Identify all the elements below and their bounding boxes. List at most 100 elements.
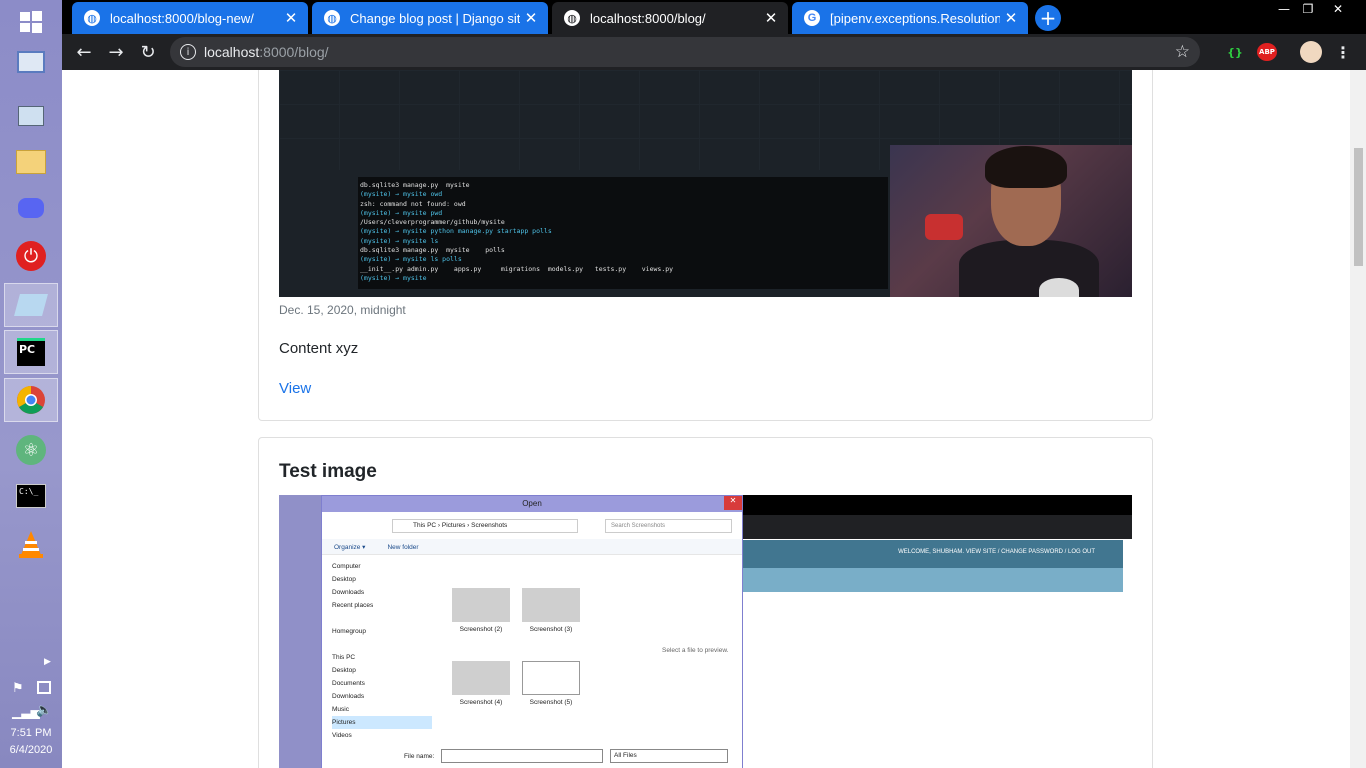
post-date: Dec. 15, 2020, midnight	[279, 303, 406, 317]
tree-item: Computer	[332, 563, 361, 570]
tab-strip: ◍ localhost:8000/blog-new/ ✕ ◍ Change bl…	[62, 0, 1366, 34]
url-path: :8000/blog/	[259, 44, 329, 60]
thumbnail	[452, 588, 510, 622]
taskbar-computer-app[interactable]	[4, 40, 58, 84]
dialog-path: This PC › Pictures › Screenshots	[392, 519, 578, 533]
tree-item: Desktop	[332, 576, 356, 583]
notepad-icon	[14, 294, 48, 316]
presenter-hair-shape	[985, 146, 1067, 188]
discord-icon	[18, 198, 44, 218]
page-viewport: db.sqlite3 manage.py mysite (mysite) → my…	[62, 70, 1350, 768]
clock-time[interactable]: 7:51 PM	[0, 727, 62, 739]
tree-item: Videos	[332, 732, 352, 739]
reload-button[interactable]: ↻	[135, 39, 161, 65]
youtube-play-button-shape	[925, 214, 963, 240]
flag-icon[interactable]: ⚑	[12, 681, 24, 696]
bookmark-star-icon[interactable]: ☆	[1175, 42, 1190, 62]
tab-change-blog-post[interactable]: ◍ Change blog post | Django site a ✕	[312, 2, 548, 34]
close-icon[interactable]: ✕	[1000, 9, 1022, 27]
globe-icon: ◍	[324, 10, 340, 26]
close-icon[interactable]: ✕	[520, 9, 542, 27]
screenshot-tabstrip	[743, 495, 1132, 515]
organize-label: Organize ▾	[334, 544, 366, 551]
tree-item: Desktop	[332, 667, 356, 674]
thumbnail	[522, 588, 580, 622]
close-icon[interactable]: ✕	[280, 9, 302, 27]
page-scrollbar[interactable]	[1350, 70, 1366, 768]
terminal-line: (mysite) → mysite ls	[360, 236, 439, 245]
terminal-line: (mysite) → mysite	[360, 273, 427, 282]
screenshot-admin-subheader	[743, 568, 1123, 592]
thumbnail	[452, 661, 510, 695]
terminal-line: (mysite) → mysite python manage.py start…	[360, 227, 552, 236]
file-name-box	[441, 749, 603, 763]
view-post-link[interactable]: View	[279, 380, 311, 397]
screenshot-open-dialog: Open ✕ This PC › Pictures › Screenshots …	[321, 495, 743, 768]
back-button[interactable]: ←	[71, 39, 97, 65]
taskbar-cmd-app[interactable]: C:\_	[4, 474, 58, 518]
thumbnail-label: Screenshot (5)	[529, 699, 573, 706]
post-content: Content xyz	[279, 340, 359, 357]
google-icon: G	[804, 10, 820, 26]
restore-button[interactable]: ❐	[1294, 0, 1322, 18]
tab-blog[interactable]: ◍ localhost:8000/blog/ ✕	[552, 2, 788, 34]
tree-item: Downloads	[332, 693, 365, 700]
tree-item-selected: Pictures	[332, 716, 432, 729]
terminal-line: db.sqlite3 manage.py mysite polls	[360, 246, 505, 255]
new-tab-button[interactable]: +	[1035, 5, 1061, 31]
taskbar-monitor-app[interactable]	[4, 94, 58, 138]
tree-item: Music	[332, 706, 349, 713]
taskbar-notes-app[interactable]	[4, 283, 58, 327]
tab-label: [pipenv.exceptions.ResolutionFail	[830, 10, 1000, 26]
close-window-button[interactable]: ✕	[1324, 0, 1352, 18]
thumbnail	[522, 661, 580, 695]
post-image-file-dialog-screenshot: WELCOME, SHUBHAM. VIEW SITE / CHANGE PAS…	[279, 495, 1132, 768]
folder-icon	[16, 150, 46, 174]
taskbar-atom-app[interactable]: ⚛	[4, 428, 58, 472]
url-text[interactable]: localhost:8000/blog/	[204, 44, 329, 60]
post-image-video-thumbnail: db.sqlite3 manage.py mysite (mysite) → my…	[279, 70, 1132, 297]
battery-icon[interactable]	[37, 681, 51, 694]
power-icon: ⏻	[16, 241, 46, 271]
tab-label: localhost:8000/blog-new/	[110, 10, 254, 26]
tab-label: Change blog post | Django site a	[350, 10, 520, 26]
close-icon[interactable]: ✕	[760, 9, 782, 27]
terminal-line: zsh: command not found: owd	[360, 199, 466, 208]
clock-date[interactable]: 6/4/2020	[0, 744, 62, 756]
taskbar-explorer-app[interactable]	[4, 140, 58, 184]
chrome-icon	[17, 386, 45, 414]
address-bar[interactable]: i localhost:8000/blog/ ☆	[170, 37, 1200, 67]
volume-icon[interactable]: 🔈	[36, 703, 52, 718]
tab-blog-new[interactable]: ◍ localhost:8000/blog-new/ ✕	[72, 2, 308, 34]
forward-button[interactable]: →	[103, 39, 129, 65]
terminal-line: __init__.py admin.py apps.py migrations …	[360, 264, 674, 273]
post-title: Test image	[279, 461, 377, 482]
profile-avatar[interactable]	[1300, 41, 1322, 63]
globe-icon: ◍	[84, 10, 100, 26]
start-button[interactable]	[4, 0, 58, 44]
taskbar-discord-app[interactable]	[4, 186, 58, 230]
show-hidden-icons[interactable]: ▶	[44, 657, 51, 667]
info-icon[interactable]: i	[180, 44, 196, 60]
menu-icon[interactable]: ⋮	[1335, 43, 1351, 62]
tree-item: Recent places	[332, 602, 374, 609]
taskbar-power-app[interactable]: ⏻	[4, 234, 58, 278]
scrollbar-thumb[interactable]	[1354, 148, 1363, 266]
tab-label: localhost:8000/blog/	[590, 10, 706, 26]
url-host: localhost	[204, 44, 260, 60]
pycharm-icon: PC	[17, 338, 45, 366]
vlc-icon	[19, 531, 43, 558]
terminal-line: db.sqlite3 manage.py mysite	[360, 181, 470, 189]
thumbnail-label: Screenshot (3)	[529, 626, 573, 633]
tree-item: This PC	[332, 654, 356, 661]
adblock-extension-icon[interactable]: ABP	[1257, 43, 1277, 61]
taskbar-chrome-app[interactable]	[4, 378, 58, 422]
json-extension-icon[interactable]: {}	[1225, 43, 1245, 61]
taskbar-vlc-app[interactable]	[4, 522, 58, 566]
screenshot-admin-header: WELCOME, SHUBHAM. VIEW SITE / CHANGE PAS…	[743, 540, 1123, 568]
terminal-icon: C:\_	[16, 484, 46, 508]
taskbar-pycharm-app[interactable]: PC	[4, 330, 58, 374]
tab-pipenv-error[interactable]: G [pipenv.exceptions.ResolutionFail ✕	[792, 2, 1028, 34]
